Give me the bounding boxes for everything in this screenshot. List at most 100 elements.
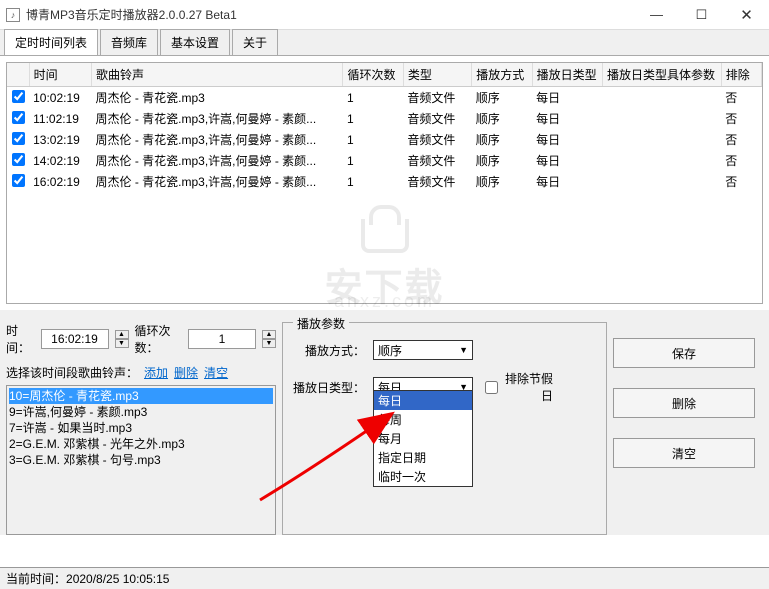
tab-about[interactable]: 关于 (232, 29, 278, 55)
close-button[interactable]: ✕ (724, 1, 769, 29)
window-title: 博青MP3音乐定时播放器2.0.0.27 Beta1 (26, 6, 634, 23)
time-input[interactable] (41, 329, 109, 349)
lower-left-panel: 时间： ▲▼ 循环次数： ▲▼ 选择该时间段歌曲铃声： 添加 删除 清空 10=… (6, 318, 276, 535)
cell-exclude: 否 (721, 150, 761, 171)
dropdown-option[interactable]: 临时一次 (374, 467, 472, 486)
time-label: 时间： (6, 322, 35, 356)
th-playmode[interactable]: 播放方式 (472, 63, 532, 87)
maximize-button[interactable]: ☐ (679, 1, 724, 29)
cell-playmode: 顺序 (472, 129, 532, 150)
cell-daytype: 每日 (532, 87, 602, 109)
th-daytype[interactable]: 播放日类型 (532, 63, 602, 87)
loop-input[interactable] (188, 329, 256, 349)
cell-dayparam (603, 171, 722, 192)
schedule-table[interactable]: 时间 歌曲铃声 循环次数 类型 播放方式 播放日类型 播放日类型具体参数 排除 … (7, 63, 762, 192)
cell-loop: 1 (343, 108, 403, 129)
cell-daytype: 每日 (532, 150, 602, 171)
titlebar: ♪ 博青MP3音乐定时播放器2.0.0.27 Beta1 — ☐ ✕ (0, 0, 769, 30)
th-songs[interactable]: 歌曲铃声 (91, 63, 343, 87)
cell-type: 音频文件 (403, 87, 471, 109)
cell-songs: 周杰伦 - 青花瓷.mp3,许嵩,何曼婷 - 素颜... (91, 129, 343, 150)
app-icon: ♪ (6, 8, 20, 22)
cell-dayparam (603, 108, 722, 129)
cell-daytype: 每日 (532, 171, 602, 192)
table-row[interactable]: 16:02:19 周杰伦 - 青花瓷.mp3,许嵩,何曼婷 - 素颜... 1 … (7, 171, 762, 192)
play-params-group: 播放参数 播放方式： 顺序 ▼ 播放日类型： 每日 ▼ 排除节假日 每日每周每月… (282, 322, 607, 535)
th-time[interactable]: 时间 (29, 63, 91, 87)
playmode-combo[interactable]: 顺序 ▼ (373, 340, 473, 360)
dropdown-option[interactable]: 指定日期 (374, 448, 472, 467)
th-check[interactable] (7, 63, 29, 87)
cell-dayparam (603, 150, 722, 171)
cell-songs: 周杰伦 - 青花瓷.mp3,许嵩,何曼婷 - 素颜... (91, 108, 343, 129)
list-item[interactable]: 7=许嵩 - 如果当时.mp3 (9, 420, 273, 436)
remove-song-link[interactable]: 删除 (174, 364, 198, 381)
cell-songs: 周杰伦 - 青花瓷.mp3,许嵩,何曼婷 - 素颜... (91, 150, 343, 171)
cell-type: 音频文件 (403, 171, 471, 192)
cell-songs: 周杰伦 - 青花瓷.mp3 (91, 87, 343, 109)
cell-playmode: 顺序 (472, 171, 532, 192)
delete-button[interactable]: 删除 (613, 388, 755, 418)
cell-playmode: 顺序 (472, 87, 532, 109)
row-check[interactable] (12, 90, 25, 103)
th-loop[interactable]: 循环次数 (343, 63, 403, 87)
song-list[interactable]: 10=周杰伦 - 青花瓷.mp39=许嵩,何曼婷 - 素颜.mp37=许嵩 - … (6, 385, 276, 535)
save-button[interactable]: 保存 (613, 338, 755, 368)
tab-timelist[interactable]: 定时时间列表 (4, 29, 98, 55)
list-item[interactable]: 10=周杰伦 - 青花瓷.mp3 (9, 388, 273, 404)
clear-song-link[interactable]: 清空 (204, 364, 228, 381)
cell-daytype: 每日 (532, 129, 602, 150)
row-check[interactable] (12, 132, 25, 145)
row-check[interactable] (12, 174, 25, 187)
add-song-link[interactable]: 添加 (144, 364, 168, 381)
cell-type: 音频文件 (403, 150, 471, 171)
tab-settings[interactable]: 基本设置 (160, 29, 230, 55)
exclude-holiday-checkbox[interactable]: 排除节假日 (481, 370, 553, 404)
minimize-button[interactable]: — (634, 1, 679, 29)
table-row[interactable]: 14:02:19 周杰伦 - 青花瓷.mp3,许嵩,何曼婷 - 素颜... 1 … (7, 150, 762, 171)
status-time: 2020/8/25 10:05:15 (66, 572, 169, 586)
cell-time: 16:02:19 (29, 171, 91, 192)
cell-playmode: 顺序 (472, 150, 532, 171)
cell-exclude: 否 (721, 171, 761, 192)
song-select-label: 选择该时间段歌曲铃声： (6, 364, 138, 381)
dropdown-option[interactable]: 每日 (374, 391, 472, 410)
th-type[interactable]: 类型 (403, 63, 471, 87)
tab-audiolib[interactable]: 音频库 (100, 29, 158, 55)
list-item[interactable]: 3=G.E.M. 邓紫棋 - 句号.mp3 (9, 452, 273, 468)
row-check[interactable] (12, 111, 25, 124)
cell-loop: 1 (343, 129, 403, 150)
cell-time: 11:02:19 (29, 108, 91, 129)
table-row[interactable]: 11:02:19 周杰伦 - 青花瓷.mp3,许嵩,何曼婷 - 素颜... 1 … (7, 108, 762, 129)
cell-type: 音频文件 (403, 108, 471, 129)
table-row[interactable]: 10:02:19 周杰伦 - 青花瓷.mp3 1 音频文件 顺序 每日 否 (7, 87, 762, 109)
daytype-label: 播放日类型： (293, 379, 365, 396)
params-group-title: 播放参数 (293, 315, 349, 332)
status-label: 当前时间： (6, 570, 66, 587)
list-item[interactable]: 9=许嵩,何曼婷 - 素颜.mp3 (9, 404, 273, 420)
tabs-row: 定时时间列表 音频库 基本设置 关于 (0, 30, 769, 56)
cell-time: 13:02:19 (29, 129, 91, 150)
time-spinner[interactable]: ▲▼ (115, 330, 129, 348)
cell-daytype: 每日 (532, 108, 602, 129)
table-row[interactable]: 13:02:19 周杰伦 - 青花瓷.mp3,许嵩,何曼婷 - 素颜... 1 … (7, 129, 762, 150)
list-item[interactable]: 2=G.E.M. 邓紫棋 - 光年之外.mp3 (9, 436, 273, 452)
daytype-dropdown[interactable]: 每日每周每月指定日期临时一次 (373, 390, 473, 487)
dropdown-option[interactable]: 每周 (374, 410, 472, 429)
cell-exclude: 否 (721, 108, 761, 129)
cell-dayparam (603, 87, 722, 109)
row-check[interactable] (12, 153, 25, 166)
th-dayparam[interactable]: 播放日类型具体参数 (603, 63, 722, 87)
playmode-label: 播放方式： (293, 342, 365, 359)
table-pane: 时间 歌曲铃声 循环次数 类型 播放方式 播放日类型 播放日类型具体参数 排除 … (6, 62, 763, 304)
cell-dayparam (603, 129, 722, 150)
loop-label: 循环次数： (135, 322, 183, 356)
cell-time: 14:02:19 (29, 150, 91, 171)
dropdown-option[interactable]: 每月 (374, 429, 472, 448)
clear-button[interactable]: 清空 (613, 438, 755, 468)
th-exclude[interactable]: 排除 (721, 63, 761, 87)
cell-type: 音频文件 (403, 129, 471, 150)
cell-loop: 1 (343, 171, 403, 192)
chevron-down-icon: ▼ (459, 345, 468, 355)
loop-spinner[interactable]: ▲▼ (262, 330, 276, 348)
